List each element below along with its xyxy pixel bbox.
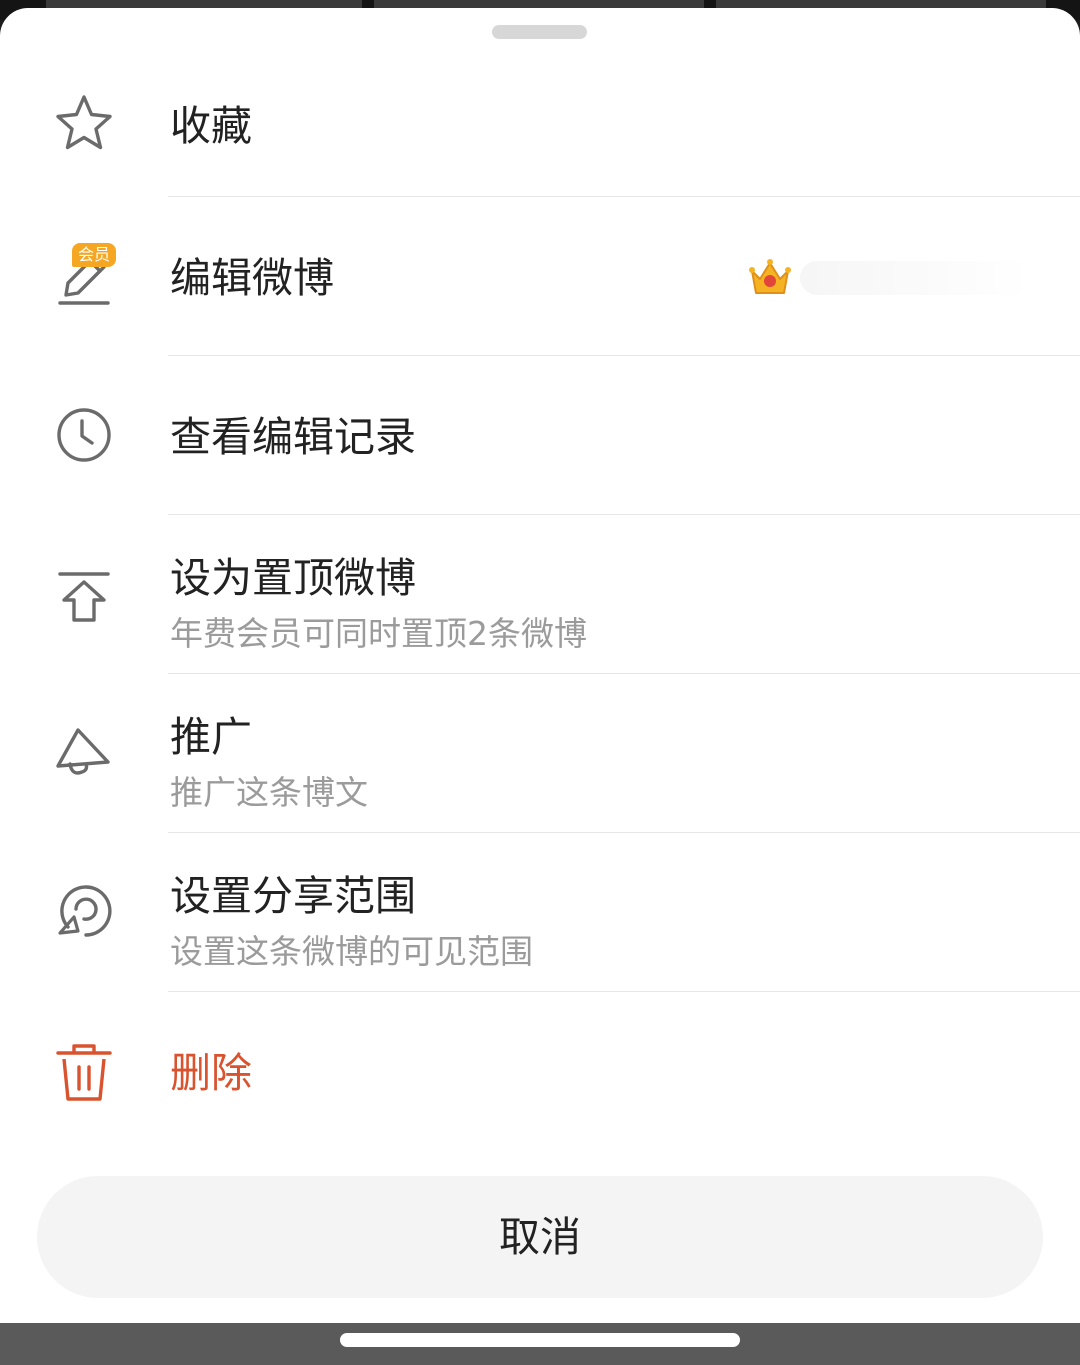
pin-to-top-icon <box>50 562 118 630</box>
favorite-label: 收藏 <box>170 102 252 150</box>
action-sheet: 收藏 会员 编辑微博 查看编辑记录 设为置顶微博 年费会员可同时置顶2条微博 推… <box>0 8 1080 1323</box>
home-indicator[interactable] <box>340 1333 740 1347</box>
share-scope-sublabel: 设置这条微博的可见范围 <box>170 932 533 971</box>
edit-history-label: 查看编辑记录 <box>170 413 416 461</box>
cancel-button[interactable]: 取消 <box>37 1176 1043 1298</box>
clock-icon <box>50 401 118 469</box>
system-nav-bar <box>0 1323 1080 1365</box>
promote-row[interactable]: 推广 推广这条博文 <box>0 674 1080 832</box>
pin-to-top-sublabel: 年费会员可同时置顶2条微博 <box>170 614 587 653</box>
share-scope-label: 设置分享范围 <box>170 872 416 920</box>
vip-crown-icon <box>748 257 792 299</box>
delete-row[interactable]: 删除 <box>0 992 1080 1150</box>
megaphone-icon <box>50 718 118 786</box>
pin-to-top-row[interactable]: 设为置顶微博 年费会员可同时置顶2条微博 <box>0 515 1080 673</box>
edit-history-row[interactable]: 查看编辑记录 <box>0 356 1080 514</box>
vip-badge: 会员 <box>72 243 116 267</box>
delete-label: 删除 <box>170 1049 252 1097</box>
vip-promo-text <box>800 261 1032 295</box>
drag-handle[interactable] <box>492 25 587 39</box>
star-icon <box>50 90 118 158</box>
edit-post-row[interactable]: 会员 编辑微博 <box>0 197 1080 355</box>
favorite-row[interactable]: 收藏 <box>0 56 1080 196</box>
edit-post-label: 编辑微博 <box>170 254 334 302</box>
promote-label: 推广 <box>170 713 252 761</box>
share-scope-icon <box>50 877 118 945</box>
trash-icon <box>50 1039 118 1107</box>
pin-to-top-label: 设为置顶微博 <box>170 554 416 602</box>
promote-sublabel: 推广这条博文 <box>170 773 368 812</box>
share-scope-row[interactable]: 设置分享范围 设置这条微博的可见范围 <box>0 833 1080 991</box>
